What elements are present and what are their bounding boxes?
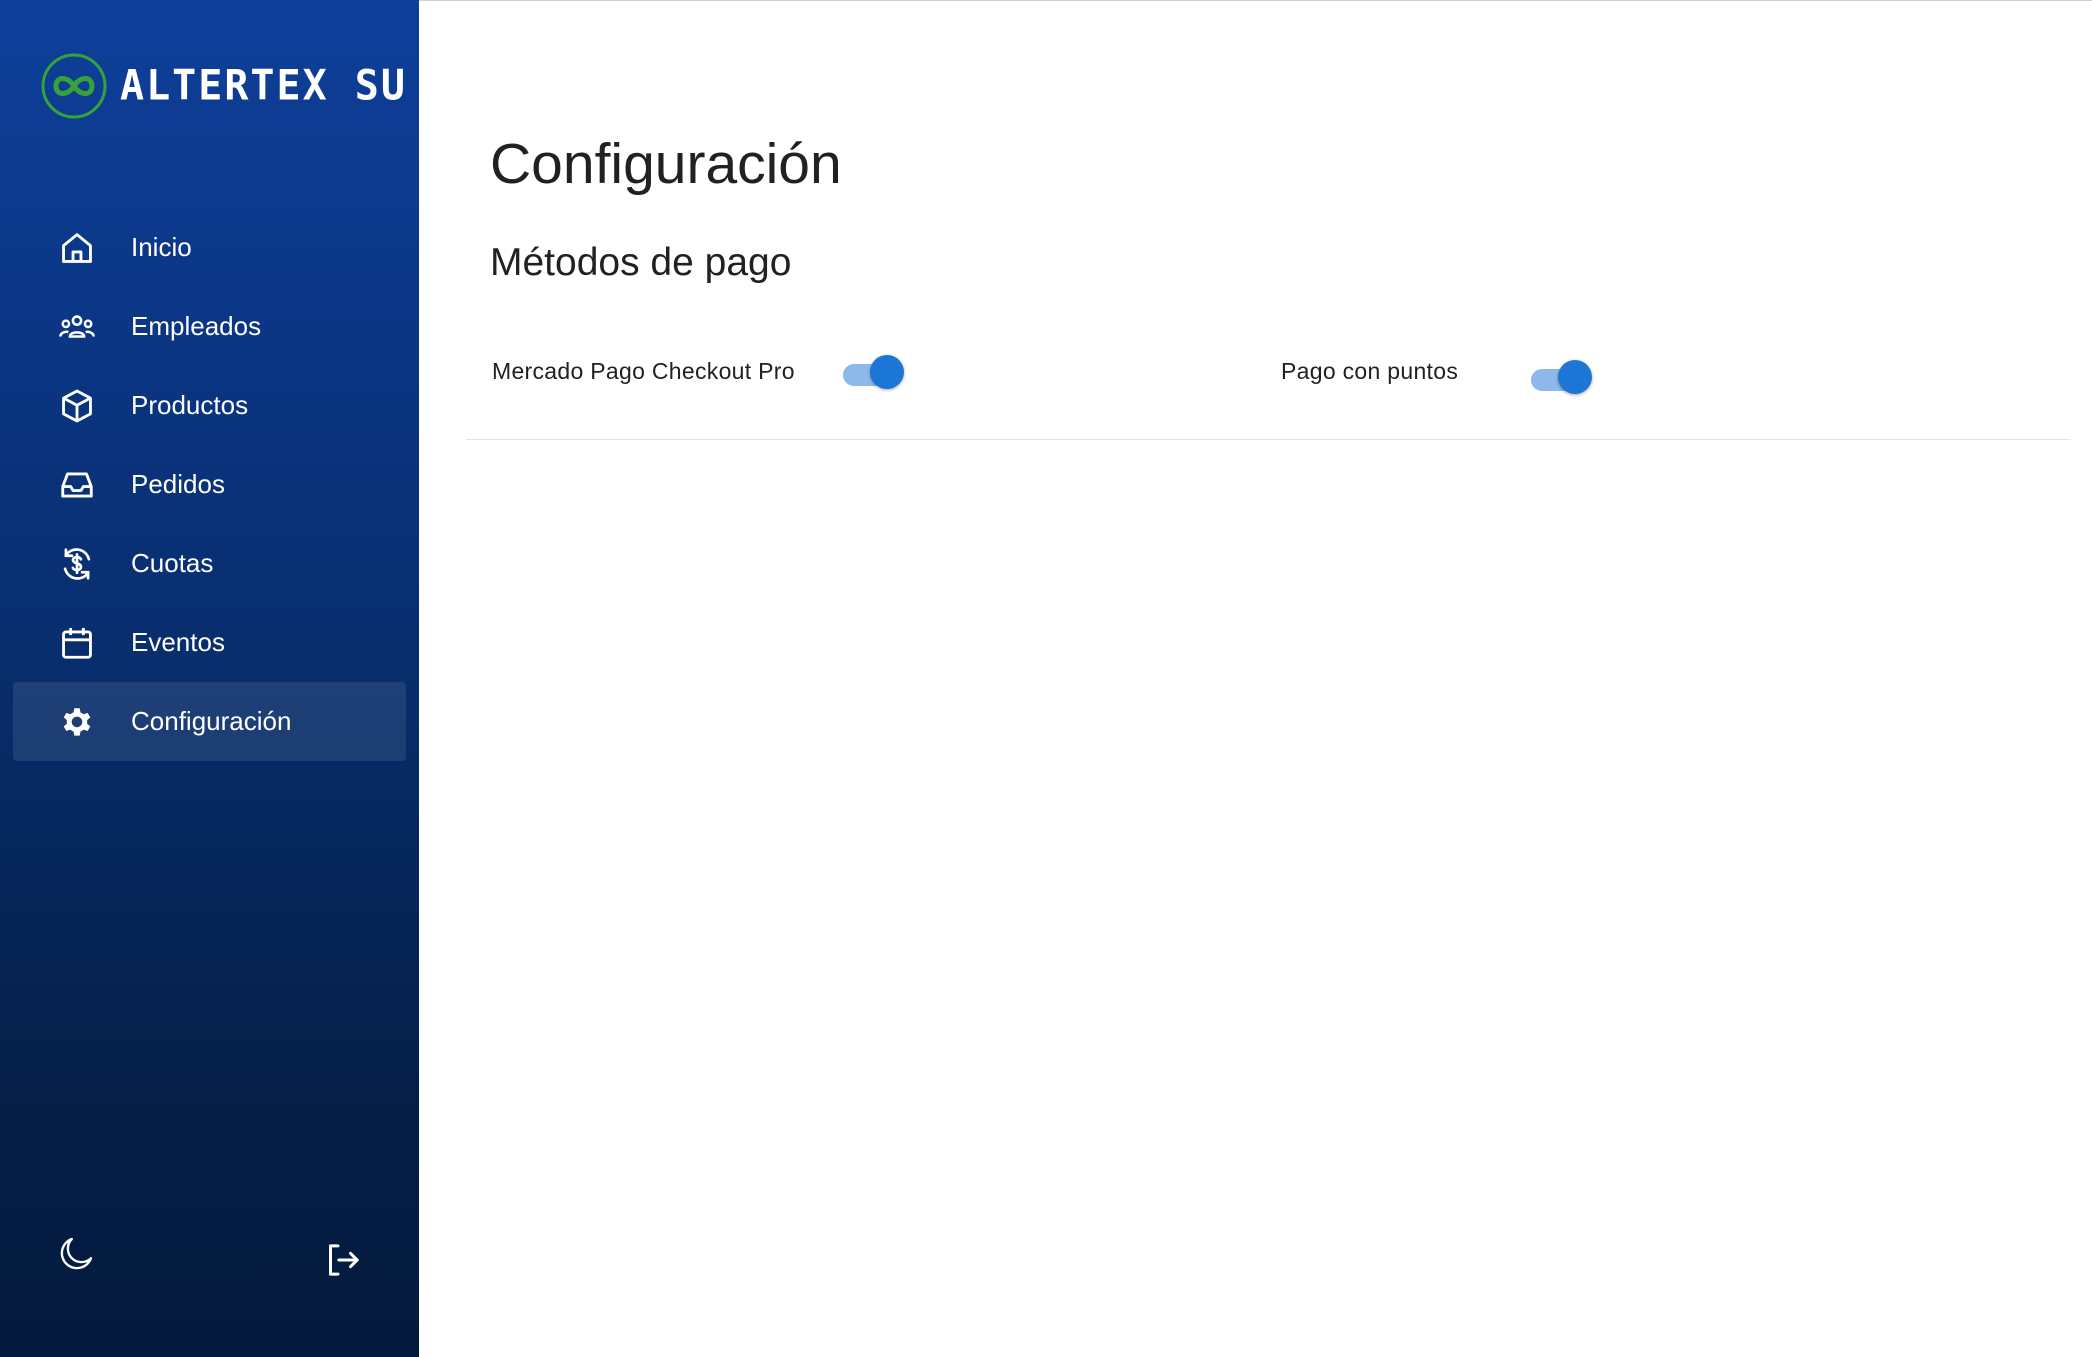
setting-label: Pago con puntos [1281,358,1459,384]
sidebar-item-label: Cuotas [131,548,214,578]
sidebar-item-cuotas[interactable]: Cuotas [13,524,406,603]
page-title: Configuración [490,132,842,196]
main-content: Configuración Métodos de pago Mercado Pa… [419,0,2092,1357]
brand-name: ALTERTEX SU [120,61,407,111]
setting-pago-puntos: Pago con puntos [1281,358,1458,385]
logout-icon[interactable] [323,1240,363,1280]
sidebar-item-label: Pedidos [131,469,225,499]
setting-mercado-pago: Mercado Pago Checkout Pro [492,358,795,385]
mercado-pago-toggle[interactable] [843,353,907,393]
sidebar: ALTERTEX SU Inicio Empleados Productos P… [0,0,419,1357]
setting-label: Mercado Pago Checkout Pro [492,358,795,384]
sidebar-item-label: Empleados [131,311,262,341]
sidebar-item-label: Inicio [131,232,192,262]
infinity-logo-icon [41,53,107,119]
sidebar-item-label: Productos [131,390,249,420]
sidebar-item-empleados[interactable]: Empleados [13,287,406,366]
sidebar-item-productos[interactable]: Productos [13,366,406,445]
toggle-thumb [870,355,904,389]
sidebar-item-inicio[interactable]: Inicio [13,208,406,287]
sidebar-item-label: Configuración [131,706,292,736]
sidebar-item-label: Eventos [131,627,225,657]
inbox-icon [57,465,97,505]
box-icon [57,386,97,426]
home-icon [57,228,97,268]
moon-icon[interactable] [56,1234,96,1274]
sidebar-item-eventos[interactable]: Eventos [13,603,406,682]
gear-icon [57,702,97,742]
app-window: ALTERTEX SU Inicio Empleados Productos P… [0,0,2092,1357]
sidebar-nav: Inicio Empleados Productos Pedidos Cuota… [13,208,406,761]
toggle-thumb [1558,360,1592,394]
dollar-refresh-icon [57,544,97,584]
users-icon [57,307,97,347]
brand-logo[interactable]: ALTERTEX SU [40,52,407,120]
sidebar-item-pedidos[interactable]: Pedidos [13,445,406,524]
section-title-payment-methods: Métodos de pago [490,241,792,284]
pago-puntos-toggle[interactable] [1531,358,1595,398]
sidebar-item-configuracion[interactable]: Configuración [13,682,406,761]
calendar-icon [57,623,97,663]
section-divider [466,439,2071,440]
